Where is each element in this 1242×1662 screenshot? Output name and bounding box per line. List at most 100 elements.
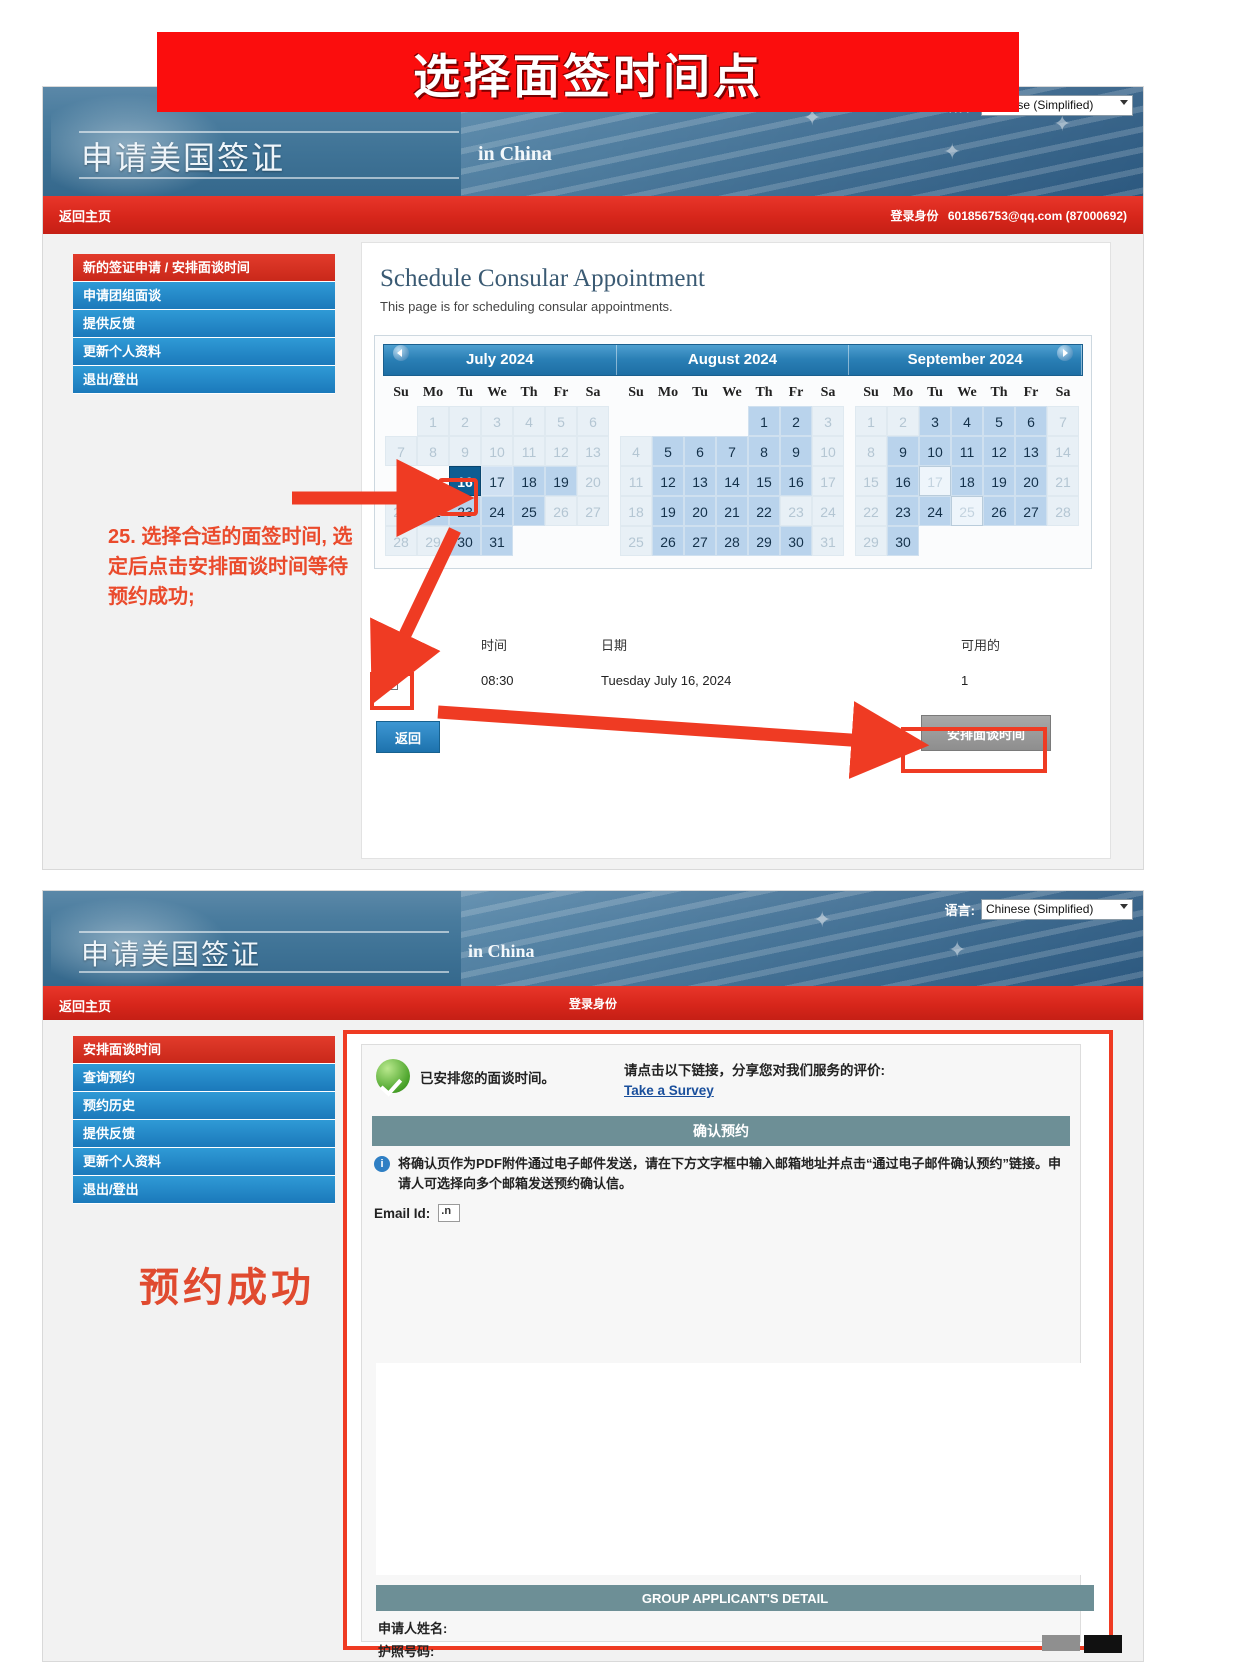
calendar-day[interactable]: 9 [887,436,919,466]
take-survey-link[interactable]: Take a Survey [624,1083,714,1098]
calendar-day: 8 [855,436,887,466]
calendar-months: Su Mo Tu We Th Fr Sa 1 2 3 4 5 6 7 8 9 10 11 12 13 16 17 18 19 2… [385,382,1081,556]
calendar-day[interactable]: 19 [983,466,1015,496]
calendar-day[interactable]: 20 [1015,466,1047,496]
calendar-day[interactable]: 18 [951,466,983,496]
calendar-dow-label: Fr [788,385,804,400]
calendar-week-row: 16 17 18 19 20 [385,466,611,496]
calendar-day[interactable]: 15 [748,466,780,496]
calendar-day[interactable]: 13 [684,466,716,496]
calendar-day[interactable]: 13 [1015,436,1047,466]
calendar-day[interactable]: 21 [716,496,748,526]
calendar-dow-label: Th [755,385,773,400]
sidebar-item-update-profile[interactable]: 更新个人资料 [73,338,335,366]
calendar-day[interactable]: 5 [652,436,684,466]
calendar-day[interactable]: 3 [919,406,951,436]
calendar-day[interactable]: 25 [513,496,545,526]
calendar-day: 7 [1047,406,1079,436]
calendar-day[interactable]: 30 [887,526,919,556]
site-banner-2: ✦ ✦ 申请美国签证 in China 语言: Chinese (Simplif… [43,891,1143,986]
calendar-day[interactable]: 24 [919,496,951,526]
star-icon: ✦ [948,937,967,962]
calendar-day: 28 [1047,496,1079,526]
calendar-dow-label: We [487,385,507,400]
calendar-day[interactable]: 6 [1015,406,1047,436]
sidebar-item-logout[interactable]: 退出/登出 [73,1176,335,1204]
calendar-day[interactable]: 10 [919,436,951,466]
calendar-day[interactable]: 16 [887,466,919,496]
sidebar-item-update-profile[interactable]: 更新个人资料 [73,1148,335,1176]
language-select[interactable]: Chinese (Simplified) [981,899,1133,920]
calendar-week-row: 18 19 20 21 22 23 24 [620,496,846,526]
banner-country: in China [478,143,552,165]
calendar-day[interactable]: 7 [716,436,748,466]
calendar-day[interactable]: 6 [684,436,716,466]
calendar-day[interactable]: 19 [652,496,684,526]
calendar-day[interactable]: 24 [481,496,513,526]
calendar-day[interactable]: 26 [652,526,684,556]
calendar-dow-label: Sa [1055,385,1071,400]
banner-country: in China [468,941,535,961]
calendar-day: 3 [481,406,513,436]
email-input[interactable]: .n [438,1204,461,1223]
home-link[interactable]: 返回主页 [59,206,111,225]
slot-available: 1 [961,673,969,688]
sidebar-item-check-appointment[interactable]: 查询预约 [73,1064,335,1092]
calendar-dow-label: Su [393,385,409,400]
calendar-week-row: 29 30 [855,526,1081,556]
calendar-day[interactable]: 8 [748,436,780,466]
calendar-day: 2 [887,406,919,436]
utility-bar-1: 返回主页 登录身份 601856753@qq.com (87000692) [43,196,1143,234]
calendar-day[interactable]: 12 [652,466,684,496]
calendar-day[interactable]: 20 [684,496,716,526]
prev-month-button[interactable] [393,345,409,361]
calendar-week-row: 123 [620,406,846,436]
sidebar-item-logout[interactable]: 退出/登出 [73,366,335,394]
column-header-time: 时间 [481,638,508,653]
language-selector-group[interactable]: 语言: Chinese (Simplified) [945,899,1133,920]
calendar-day: 29 [855,526,887,556]
calendar-day[interactable]: 16 [780,466,812,496]
sidebar-item-feedback[interactable]: 提供反馈 [73,310,335,338]
calendar-day: 24 [812,496,844,526]
back-button[interactable]: 返回 [376,721,440,753]
calendar-day: 4 [620,436,652,466]
calendar-day[interactable]: 12 [983,436,1015,466]
calendar-day[interactable]: 11 [951,436,983,466]
calendar-day[interactable]: 22 [748,496,780,526]
sidebar-item-schedule-interview[interactable]: 安排面谈时间 [73,1036,335,1064]
calendar-dow-label: Sa [820,385,836,400]
calendar-day[interactable]: 28 [716,526,748,556]
calendar-day: 14 [1047,436,1079,466]
calendar-day: 5 [545,406,577,436]
calendar-day[interactable]: 30 [449,526,481,556]
next-month-button[interactable] [1057,345,1073,361]
calendar-day[interactable]: 2 [780,406,812,436]
calendar-day[interactable]: 1 [748,406,780,436]
calendar-day[interactable]: 19 [545,466,577,496]
sidebar-item-feedback[interactable]: 提供反馈 [73,1120,335,1148]
confirmation-card: 已安排您的面谈时间。 请点击以下链接，分享您对我们服务的评价: Take a S… [343,1030,1122,1659]
calendar-day[interactable]: 27 [1015,496,1047,526]
calendar-day[interactable]: 17 [481,466,513,496]
calendar-month: Su Mo Tu We Th Fr Sa 1 2 3 4 5 6 7 8 9 10 11 12 13 16 17 18 19 2… [385,382,611,556]
survey-prompt: 请点击以下链接，分享您对我们服务的评价: [624,1063,885,1078]
calendar-day[interactable]: 23 [887,496,919,526]
calendar-day[interactable]: 29 [748,526,780,556]
calendar-day[interactable]: 26 [983,496,1015,526]
calendar-day[interactable]: 31 [481,526,513,556]
sidebar-item-group-interview[interactable]: 申请团组面谈 [73,282,335,310]
calendar-day[interactable]: 4 [951,406,983,436]
sidebar-item-new-application[interactable]: 新的签证申请 / 安排面谈时间 [73,254,335,282]
redacted-area [376,1363,1096,1575]
calendar-day[interactable]: 5 [983,406,1015,436]
calendar-day[interactable]: 27 [684,526,716,556]
calendar-day[interactable]: 14 [716,466,748,496]
calendar-dow-row: Su Mo Tu We Th Fr Sa [620,382,846,406]
sidebar-item-appointment-history[interactable]: 预约历史 [73,1092,335,1120]
calendar-day[interactable]: 18 [513,466,545,496]
calendar-day[interactable]: 9 [780,436,812,466]
calendar-day[interactable]: 30 [780,526,812,556]
chevron-down-icon [1120,100,1128,105]
language-select-value: Chinese (Simplified) [986,902,1094,916]
